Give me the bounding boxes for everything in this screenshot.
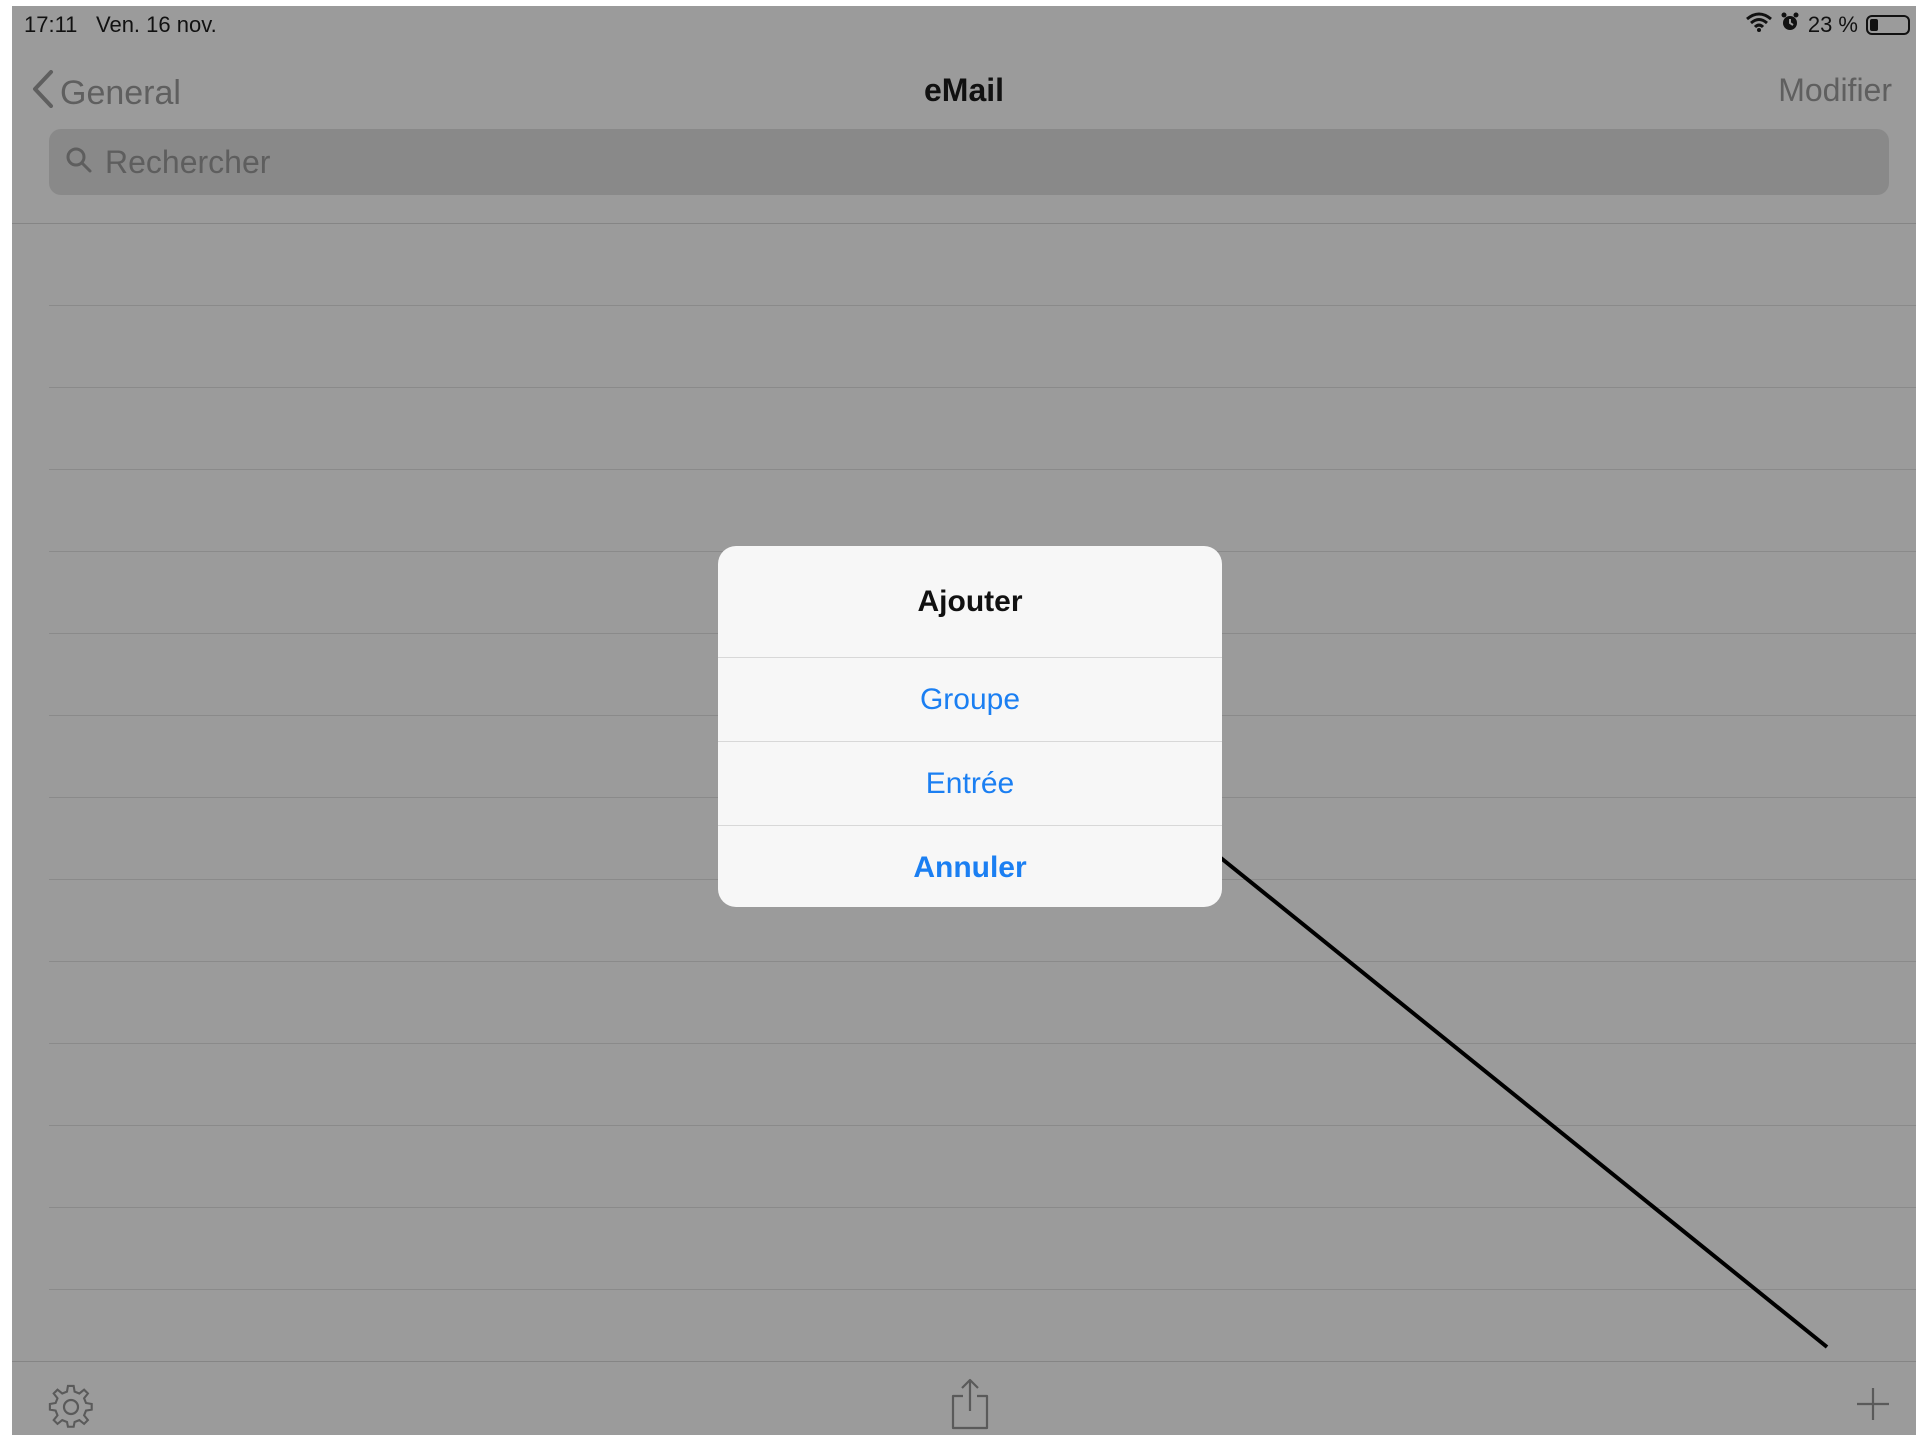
- share-icon: [950, 1378, 990, 1434]
- add-dialog: Ajouter Groupe Entrée Annuler: [718, 546, 1222, 907]
- page-title: eMail: [923, 72, 1005, 108]
- list-row: [49, 388, 1916, 470]
- share-button[interactable]: [950, 1378, 990, 1435]
- status-indicators: 23 %: [1745, 12, 1910, 38]
- gear-icon: [48, 1384, 94, 1434]
- settings-button[interactable]: [48, 1384, 94, 1435]
- navigation-bar: General eMail Modifier: [12, 50, 1916, 136]
- status-date: Ven. 16 nov.: [96, 12, 217, 37]
- search-input[interactable]: [103, 142, 1807, 182]
- group-button[interactable]: Groupe: [718, 658, 1222, 742]
- search-bar[interactable]: [49, 129, 1889, 195]
- list-row: [49, 1126, 1916, 1208]
- entry-button[interactable]: Entrée: [718, 742, 1222, 826]
- cancel-button[interactable]: Annuler: [718, 826, 1222, 907]
- ipad-screen: 17:11 Ven. 16 nov. 23 % General eMail Mo…: [12, 6, 1916, 1435]
- add-button[interactable]: [1855, 1386, 1891, 1427]
- list-row: [49, 1208, 1916, 1290]
- edit-button[interactable]: Modifier: [1778, 72, 1892, 109]
- plus-icon: [1855, 1388, 1891, 1426]
- list-row: [49, 306, 1916, 388]
- list-row: [49, 470, 1916, 552]
- alarm-icon: [1780, 12, 1800, 38]
- battery-fill: [1870, 19, 1878, 31]
- bottom-toolbar: [12, 1361, 1916, 1435]
- status-bar: 17:11 Ven. 16 nov. 23 %: [12, 6, 1916, 50]
- list-row: [49, 962, 1916, 1044]
- wifi-icon: [1745, 12, 1772, 38]
- dialog-title: Ajouter: [718, 546, 1222, 658]
- status-time: 17:11: [24, 12, 78, 37]
- list-row: [49, 1044, 1916, 1126]
- list-row: [49, 224, 1916, 306]
- battery-icon: [1866, 15, 1910, 35]
- search-icon: [49, 146, 93, 179]
- battery-percentage: 23 %: [1807, 12, 1858, 37]
